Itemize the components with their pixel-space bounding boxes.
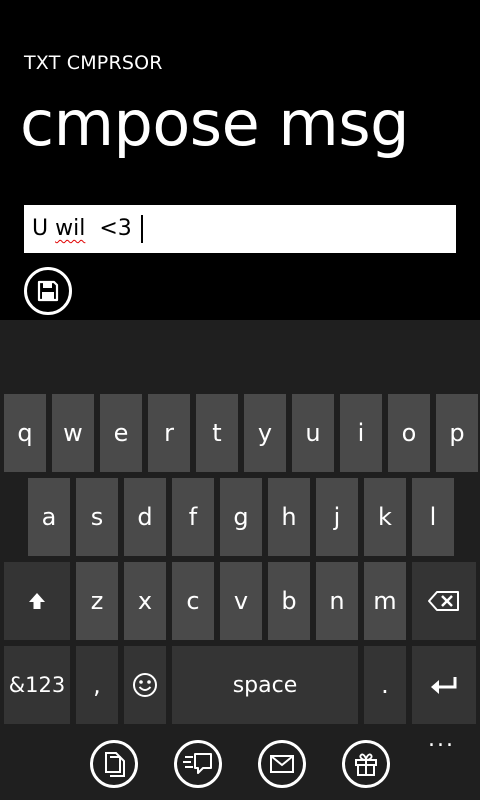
key-w-label: w <box>63 419 83 447</box>
key-l[interactable]: l <box>412 478 454 556</box>
symbols-key-label: &123 <box>8 673 66 697</box>
more-menu-button[interactable]: ... <box>428 728 455 752</box>
key-a-label: a <box>41 503 57 531</box>
compress-message-button[interactable] <box>174 740 222 788</box>
key-a[interactable]: a <box>28 478 70 556</box>
period-key[interactable]: . <box>364 646 406 724</box>
key-x-label: x <box>137 587 153 615</box>
floppy-disk-icon <box>37 280 59 302</box>
key-q-label: q <box>17 419 33 447</box>
emoji-key[interactable] <box>124 646 166 724</box>
app-title: TXT CMPRSOR <box>24 52 163 74</box>
message-word: U <box>32 216 49 241</box>
key-c-label: c <box>186 587 200 615</box>
key-m-label: m <box>373 587 397 615</box>
key-l-label: l <box>429 503 437 531</box>
key-p[interactable]: p <box>436 394 478 472</box>
copy-button[interactable] <box>90 740 138 788</box>
key-t[interactable]: t <box>196 394 238 472</box>
key-r-label: r <box>164 419 174 447</box>
key-i-label: i <box>357 419 365 447</box>
key-e[interactable]: e <box>100 394 142 472</box>
comma-key-label: , <box>93 671 101 699</box>
copy-icon <box>105 752 125 777</box>
key-i[interactable]: i <box>340 394 382 472</box>
key-s[interactable]: s <box>76 478 118 556</box>
on-screen-keyboard: q w e r t y u i o p a s d f g h j k l z x c v b n m &123, space. <box>0 320 480 728</box>
space-key-label: space <box>232 672 298 698</box>
backspace-key[interactable] <box>412 562 476 640</box>
key-u-label: u <box>305 419 321 447</box>
shift-arrow-icon <box>29 593 45 609</box>
key-y-label: y <box>257 419 273 447</box>
key-c[interactable]: c <box>172 562 214 640</box>
message-input[interactable]: U wil <3 <box>24 205 456 253</box>
emoji-icon <box>133 673 157 697</box>
email-button[interactable] <box>258 740 306 788</box>
key-v[interactable]: v <box>220 562 262 640</box>
key-s-label: s <box>90 503 104 531</box>
key-w[interactable]: w <box>52 394 94 472</box>
key-t-label: t <box>212 419 222 447</box>
key-b[interactable]: b <box>268 562 310 640</box>
message-word: <3 <box>99 216 132 241</box>
app-bar: ... <box>0 728 480 800</box>
email-icon <box>270 755 294 773</box>
key-b-label: b <box>281 587 297 615</box>
key-n-label: n <box>329 587 345 615</box>
page-title: cmpose msg <box>20 87 409 160</box>
key-u[interactable]: u <box>292 394 334 472</box>
key-x[interactable]: x <box>124 562 166 640</box>
key-v-label: v <box>233 587 249 615</box>
key-f[interactable]: f <box>172 478 214 556</box>
key-z-label: z <box>90 587 104 615</box>
key-r[interactable]: r <box>148 394 190 472</box>
key-h[interactable]: h <box>268 478 310 556</box>
key-q[interactable]: q <box>4 394 46 472</box>
compress-message-icon <box>183 753 212 774</box>
text-caret <box>140 215 143 243</box>
period-key-label: . <box>381 671 389 699</box>
save-button[interactable] <box>24 267 72 315</box>
space-key[interactable]: space <box>172 646 358 724</box>
key-d-label: d <box>137 503 153 531</box>
key-d[interactable]: d <box>124 478 166 556</box>
key-h-label: h <box>281 503 297 531</box>
key-m[interactable]: m <box>364 562 406 640</box>
enter-key[interactable] <box>412 646 476 724</box>
key-n[interactable]: n <box>316 562 358 640</box>
enter-icon <box>431 677 457 694</box>
gift-icon <box>355 753 377 776</box>
key-z[interactable]: z <box>76 562 118 640</box>
comma-key[interactable]: , <box>76 646 118 724</box>
key-o-label: o <box>401 419 417 447</box>
backspace-icon <box>428 591 459 611</box>
key-k[interactable]: k <box>364 478 406 556</box>
shift-key[interactable] <box>4 562 70 640</box>
key-f-label: f <box>188 503 198 531</box>
gift-button[interactable] <box>342 740 390 788</box>
key-g[interactable]: g <box>220 478 262 556</box>
key-g-label: g <box>233 503 249 531</box>
key-p-label: p <box>449 419 465 447</box>
key-y[interactable]: y <box>244 394 286 472</box>
key-e-label: e <box>113 419 129 447</box>
key-j[interactable]: j <box>316 478 358 556</box>
symbols-key[interactable]: &123 <box>4 646 70 724</box>
key-j-label: j <box>333 503 341 531</box>
key-k-label: k <box>378 503 392 531</box>
misspelled-word[interactable]: wil <box>55 216 85 241</box>
key-o[interactable]: o <box>388 394 430 472</box>
